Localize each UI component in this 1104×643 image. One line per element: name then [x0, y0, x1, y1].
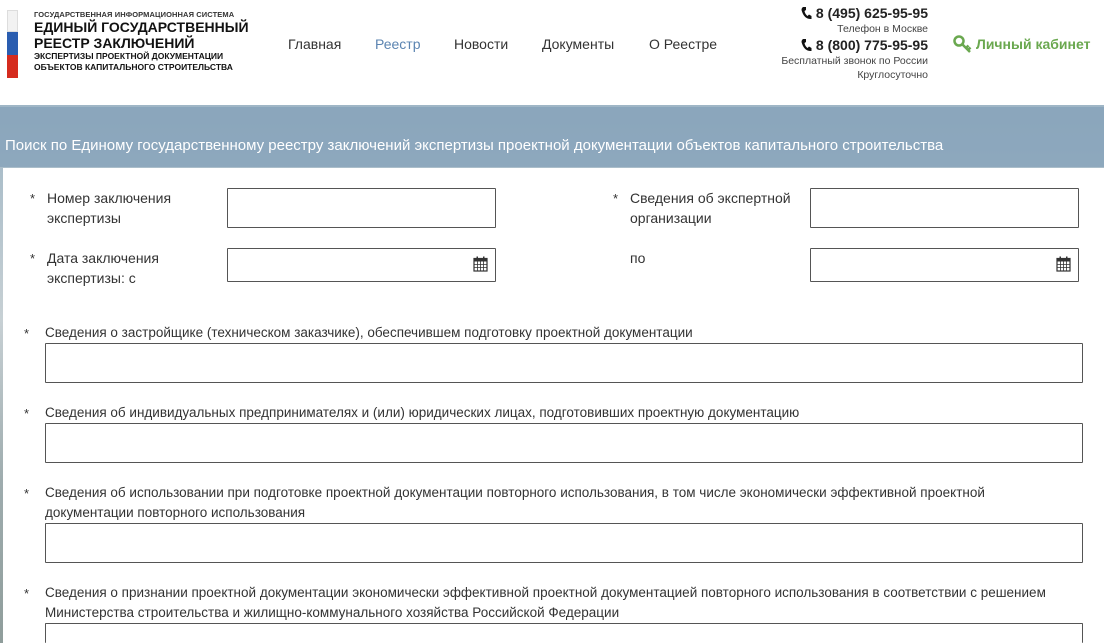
date-from-label: Дата заключения экспертизы: с [47, 250, 159, 286]
nav-item-registry[interactable]: Реестр [375, 36, 421, 52]
nav-item-news[interactable]: Новости [454, 36, 508, 52]
required-mark: * [24, 586, 30, 601]
conclusion-number-input[interactable] [227, 188, 496, 228]
designers-label: Сведения об индивидуальных предпринимате… [45, 405, 800, 420]
nav-item-about[interactable]: О Реестре [649, 36, 717, 52]
recognition-input[interactable] [45, 623, 1083, 643]
reuse-input[interactable] [45, 523, 1083, 563]
developer-label: Сведения о застройщике (техническом зака… [45, 325, 693, 340]
logo-system-label: ГОСУДАРСТВЕННАЯ ИНФОРМАЦИОННАЯ СИСТЕМА [34, 10, 235, 19]
required-mark: * [30, 191, 36, 206]
logo-title-line1: ЕДИНЫЙ ГОСУДАРСТВЕННЫЙ [34, 19, 249, 35]
required-mark: * [30, 251, 36, 266]
phone-icon [801, 39, 812, 52]
designers-input[interactable] [45, 423, 1083, 463]
russian-flag-icon [7, 10, 18, 78]
logo-title-line2: РЕЕСТР ЗАКЛЮЧЕНИЙ [34, 35, 195, 51]
required-mark: * [24, 406, 30, 421]
logo-subtitle-line1: ЭКСПЕРТИЗЫ ПРОЕКТНОЙ ДОКУМЕНТАЦИИ [34, 51, 224, 61]
date-to-input[interactable] [810, 248, 1079, 282]
site-header: ГОСУДАРСТВЕННАЯ ИНФОРМАЦИОННАЯ СИСТЕМА Е… [0, 0, 1104, 105]
nav-item-home[interactable]: Главная [288, 36, 341, 52]
phone-moscow-note: Телефон в Москве [837, 23, 928, 35]
calendar-icon[interactable] [473, 256, 488, 272]
phone-icon [801, 7, 812, 20]
expert-org-input[interactable] [810, 188, 1079, 228]
recognition-label: Сведения о признании проектной документа… [45, 585, 1046, 620]
phone-hours-note: Круглосуточно [857, 69, 928, 81]
date-to-label: по [630, 250, 646, 266]
logo-subtitle-line2: ОБЪЕКТОВ КАПИТАЛЬНОГО СТРОИТЕЛЬСТВА [34, 62, 233, 72]
phone-russia-note: Бесплатный звонок по России [781, 55, 928, 67]
reuse-label: Сведения об использовании при подготовке… [45, 485, 985, 520]
developer-input[interactable] [45, 343, 1083, 383]
calendar-icon[interactable] [1056, 256, 1071, 272]
phone-russia[interactable]: 8 (800) 775-95-95 [780, 36, 928, 54]
required-mark: * [613, 191, 619, 206]
date-from-input[interactable] [227, 248, 496, 282]
phone-moscow[interactable]: 8 (495) 625-95-95 [780, 4, 928, 22]
required-mark: * [24, 326, 30, 341]
conclusion-number-label: Номер заключения экспертизы [47, 190, 172, 226]
page-title: Поиск по Единому государственному реестр… [5, 137, 944, 154]
site-logo[interactable]: ГОСУДАРСТВЕННАЯ ИНФОРМАЦИОННАЯ СИСТЕМА Е… [7, 10, 249, 80]
required-mark: * [24, 486, 30, 501]
nav-item-documents[interactable]: Документы [542, 36, 614, 52]
key-icon [953, 35, 972, 53]
personal-cabinet-link[interactable]: Личный кабинет [953, 35, 1090, 53]
expert-org-label: Сведения об экспертной организации [630, 190, 791, 226]
contact-block: 8 (495) 625-95-95 Телефон в Москве 8 (80… [780, 4, 928, 82]
